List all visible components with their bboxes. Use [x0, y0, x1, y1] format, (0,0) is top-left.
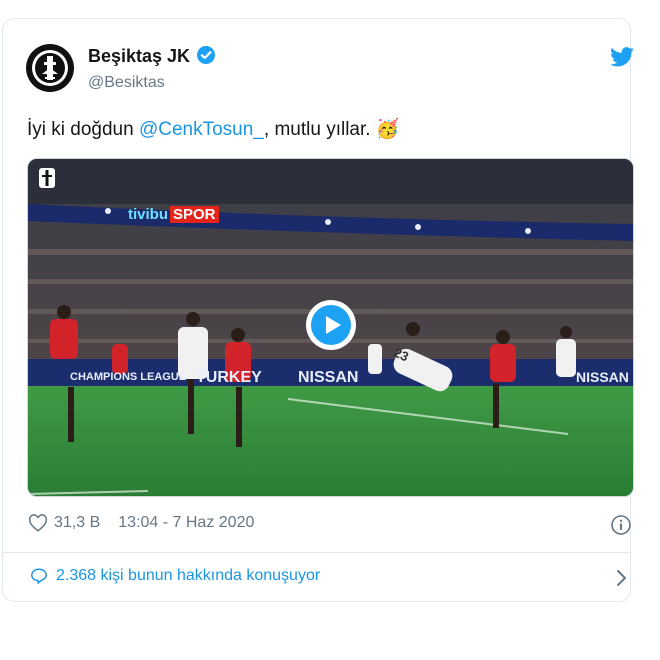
divider: [2, 552, 631, 553]
broadcaster-logo-text: tivibu: [128, 206, 168, 223]
display-name-text[interactable]: Beşiktaş JK: [88, 46, 190, 66]
broadcaster-logo-suffix: SPOR: [170, 206, 219, 223]
speech-bubble-icon: [31, 568, 47, 584]
display-name[interactable]: Beşiktaş JK: [88, 45, 216, 67]
broadcaster-logo: tivibu SPOR: [128, 206, 219, 223]
heart-icon[interactable]: [28, 514, 48, 532]
corner-logo-icon: [39, 168, 55, 188]
board-champions-league: CHAMPIONS LEAGUE: [70, 371, 187, 383]
verified-badge-icon: [197, 46, 216, 64]
tweet-timestamp[interactable]: 13:04 - 7 Haz 2020: [118, 514, 254, 532]
tweet-text: İyi ki doğdun @CenkTosun_, mutlu yıllar.…: [27, 117, 399, 141]
board-nissan-1: NISSAN: [298, 369, 359, 386]
conversation-link[interactable]: 2.368 kişi bunun hakkında konuşuyor: [30, 567, 320, 585]
play-icon: [311, 305, 351, 345]
conversation-label[interactable]: 2.368 kişi bunun hakkında konuşuyor: [56, 567, 320, 585]
board-nissan-2: NISSAN: [576, 369, 629, 385]
video-player[interactable]: tivibu SPOR CHAMPIONS LEAGUE TURKEY NISSA…: [27, 158, 634, 497]
chevron-right-icon[interactable]: [614, 568, 628, 588]
account-handle[interactable]: @Besiktas: [88, 74, 165, 92]
tweet-text-start: İyi ki doğdun: [27, 119, 139, 140]
mention-link[interactable]: @CenkTosun_: [139, 119, 264, 140]
tweet-meta: 31,3 B 13:04 - 7 Haz 2020: [28, 514, 254, 532]
profile-avatar[interactable]: [26, 44, 74, 92]
info-icon[interactable]: [610, 514, 632, 536]
play-button[interactable]: [306, 300, 356, 350]
party-face-emoji: 🥳: [375, 119, 400, 140]
like-count[interactable]: 31,3 B: [54, 514, 100, 532]
besiktas-eagle-logo: [32, 50, 68, 86]
board-turkey: TURKEY: [196, 369, 262, 386]
twitter-bird-icon[interactable]: [610, 46, 634, 68]
tweet-text-end: , mutlu yıllar.: [263, 119, 376, 140]
